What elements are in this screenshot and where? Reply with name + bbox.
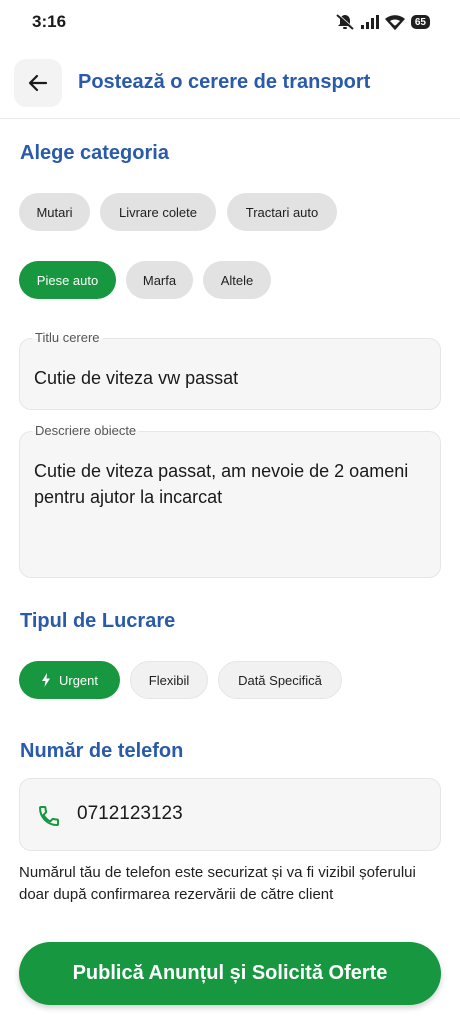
category-chip-altele[interactable]: Altele bbox=[203, 261, 271, 299]
wifi-icon bbox=[384, 14, 405, 30]
category-chip-mutari[interactable]: Mutari bbox=[19, 193, 90, 231]
work-type-chip-flexibil[interactable]: Flexibil bbox=[130, 661, 208, 699]
battery-icon: 65 bbox=[410, 15, 430, 29]
description-field-value: Cutie de viteza passat, am nevoie de 2 o… bbox=[34, 461, 409, 507]
work-type-chip-urgent[interactable]: Urgent bbox=[19, 661, 120, 699]
title-field-label: Titlu cerere bbox=[32, 330, 103, 345]
category-chip-marfa[interactable]: Marfa bbox=[126, 261, 193, 299]
category-chip-livrare-colete[interactable]: Livrare colete bbox=[100, 193, 216, 231]
phone-helper-text: Numărul tău de telefon este securizat și… bbox=[19, 864, 416, 903]
signal-icon bbox=[360, 15, 379, 29]
work-type-section-title: Tipul de Lucrare bbox=[20, 610, 176, 632]
page-title: Postează o cerere de transport bbox=[78, 71, 371, 93]
back-button[interactable] bbox=[14, 59, 62, 107]
publish-button[interactable]: Publică Anunțul și Solicită Oferte bbox=[19, 942, 441, 1005]
description-field[interactable]: Descriere obiecte Cutie de viteza passat… bbox=[19, 423, 441, 578]
work-type-chip-urgent-label: Urgent bbox=[58, 672, 99, 688]
status-bar: 3:16 65 bbox=[0, 0, 460, 44]
title-field[interactable]: Titlu cerere Cutie de viteza vw passat bbox=[19, 330, 441, 410]
title-field-value: Cutie de viteza vw passat bbox=[34, 368, 239, 388]
work-type-chip-data-specifica[interactable]: Dată Specifică bbox=[218, 661, 342, 699]
app-bar: Postează o cerere de transport bbox=[0, 57, 460, 119]
arrow-left-icon bbox=[28, 74, 48, 92]
description-field-label: Descriere obiecte bbox=[32, 423, 140, 438]
status-time: 3:16 bbox=[32, 12, 67, 31]
bolt-icon bbox=[41, 673, 50, 687]
category-chip-piese-auto[interactable]: Piese auto bbox=[19, 261, 116, 299]
phone-value: 0712123123 bbox=[77, 803, 183, 824]
category-section-title: Alege categoria bbox=[20, 142, 169, 164]
mute-icon bbox=[336, 13, 355, 30]
phone-section-title: Număr de telefon bbox=[20, 740, 184, 762]
phone-icon bbox=[39, 806, 59, 826]
phone-field[interactable]: 0712123123 bbox=[19, 778, 441, 851]
category-chip-tractari-auto[interactable]: Tractari auto bbox=[227, 193, 337, 231]
system-icons: 65 bbox=[335, 11, 430, 33]
